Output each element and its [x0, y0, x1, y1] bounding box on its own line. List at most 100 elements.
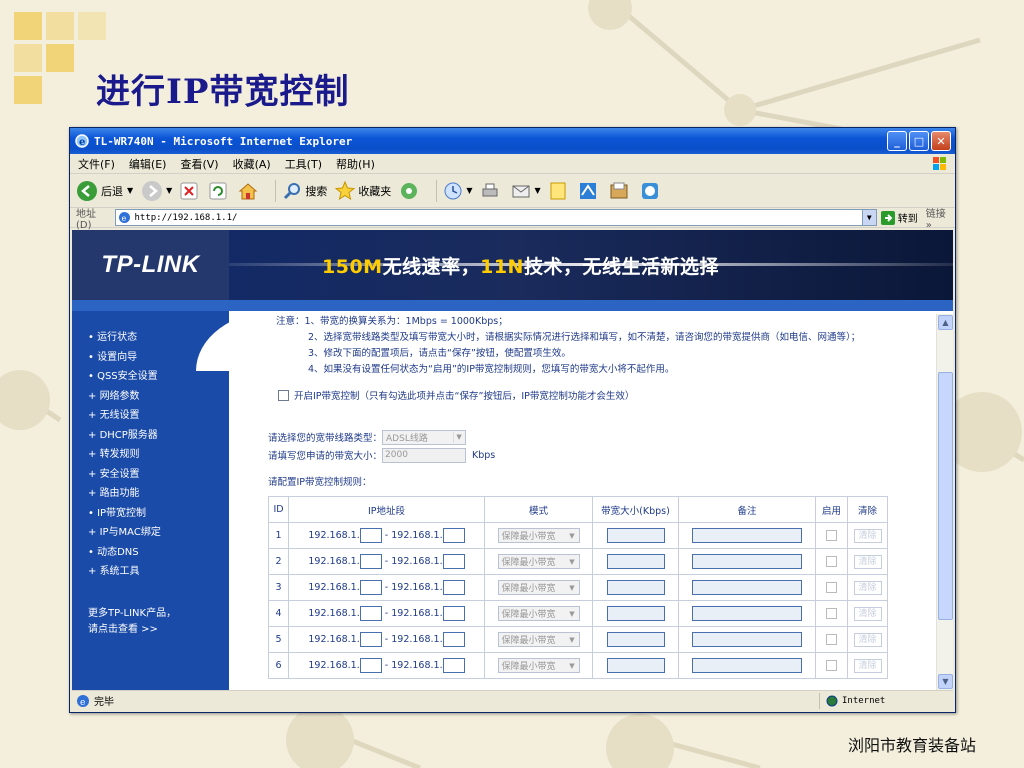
sidebar-item-ip-mac[interactable]: + IP与MAC绑定	[88, 523, 176, 543]
mail-dropdown-icon[interactable]: ▼	[534, 186, 540, 195]
clear-button[interactable]: 清除	[853, 528, 882, 543]
sidebar-item-network[interactable]: + 网络参数	[88, 387, 176, 407]
research-button[interactable]	[609, 181, 632, 201]
ip-start-input[interactable]	[359, 606, 382, 621]
mode-select[interactable]: 保障最小带宽 ▼	[497, 658, 580, 673]
chevron-down-icon: ▼	[569, 583, 575, 592]
bandwidth-input[interactable]: 2000	[382, 447, 467, 463]
ip-start-input[interactable]	[359, 580, 382, 595]
clear-button[interactable]: 清除	[853, 606, 882, 621]
address-dropdown-icon[interactable]: ▼	[861, 210, 876, 225]
ip-end-input[interactable]	[442, 528, 465, 543]
address-input[interactable]: e http://192.168.1.1/ ▼	[115, 209, 877, 226]
more-products-link[interactable]: 更多TP-LINK产品， 请点击查看 >>	[88, 606, 176, 638]
forward-dropdown-icon[interactable]: ▼	[166, 186, 172, 195]
ip-start-input[interactable]	[359, 528, 382, 543]
ip-end-input[interactable]	[442, 580, 465, 595]
rule-enable-checkbox[interactable]	[826, 608, 837, 619]
sidebar-item-dhcp[interactable]: + DHCP服务器	[88, 426, 176, 446]
enable-bandwidth-checkbox[interactable]	[278, 389, 289, 401]
notes-button[interactable]	[549, 181, 570, 201]
note-input[interactable]	[692, 632, 802, 647]
sidebar-item-status[interactable]: • 运行状态	[88, 328, 176, 348]
line-type-select[interactable]: ADSL线路 ▼	[382, 429, 467, 445]
minimize-button[interactable]: _	[887, 131, 907, 151]
ip-end-input[interactable]	[442, 658, 465, 673]
menu-view[interactable]: 查看(V)	[180, 156, 218, 172]
mode-cell: 保障最小带宽 ▼	[484, 548, 593, 575]
print-button[interactable]	[480, 181, 503, 201]
title-bar[interactable]: e TL-WR740N - Microsoft Internet Explore…	[70, 128, 955, 154]
history-dropdown-icon[interactable]: ▼	[466, 186, 472, 195]
sidebar-item-bandwidth[interactable]: • IP带宽控制	[88, 504, 176, 524]
mode-select[interactable]: 保障最小带宽 ▼	[497, 554, 580, 569]
media-button[interactable]	[399, 181, 422, 201]
ip-range-cell: 192.168.1. - 192.168.1.	[288, 600, 485, 627]
clear-button[interactable]: 清除	[853, 632, 882, 647]
sidebar-item-wizard[interactable]: • 设置向导	[88, 348, 176, 368]
sidebar-item-wireless[interactable]: + 无线设置	[88, 406, 176, 426]
maximize-button[interactable]: □	[909, 131, 929, 151]
sidebar-item-ddns[interactable]: • 动态DNS	[88, 543, 176, 563]
ip-end-input[interactable]	[442, 606, 465, 621]
refresh-icon	[209, 182, 227, 199]
sidebar-item-security[interactable]: + 安全设置	[88, 465, 176, 485]
messenger-button[interactable]	[578, 181, 601, 201]
clear-button[interactable]: 清除	[853, 554, 882, 569]
menu-help[interactable]: 帮助(H)	[336, 156, 375, 172]
edit-button[interactable]	[640, 181, 663, 201]
go-button[interactable]: 转到	[880, 210, 918, 225]
menu-edit[interactable]: 编辑(E)	[129, 156, 167, 172]
note-input[interactable]	[692, 606, 802, 621]
bandwidth-size-input[interactable]	[606, 632, 665, 647]
ip-end-input[interactable]	[442, 632, 465, 647]
clear-button[interactable]: 清除	[853, 658, 882, 673]
mode-select[interactable]: 保障最小带宽 ▼	[497, 580, 580, 595]
bandwidth-size-input[interactable]	[606, 606, 665, 621]
stop-button[interactable]	[180, 182, 201, 200]
scroll-thumb[interactable]	[938, 372, 953, 620]
mode-select[interactable]: 保障最小带宽 ▼	[497, 528, 580, 543]
forward-button[interactable]: ▼	[141, 180, 172, 202]
ip-end-input[interactable]	[442, 554, 465, 569]
menu-tools[interactable]: 工具(T)	[285, 156, 322, 172]
back-button[interactable]: 后退 ▼	[76, 180, 133, 202]
bandwidth-size-input[interactable]	[606, 658, 665, 673]
scroll-up-icon[interactable]: ▲	[938, 315, 953, 330]
sidebar-item-qss[interactable]: • QSS安全设置	[88, 367, 176, 387]
close-button[interactable]: ✕	[931, 131, 951, 151]
clear-button[interactable]: 清除	[853, 580, 882, 595]
rule-enable-checkbox[interactable]	[826, 556, 837, 567]
vertical-scrollbar[interactable]: ▲ ▼	[936, 314, 953, 690]
ip-start-input[interactable]	[359, 658, 382, 673]
note-input[interactable]	[692, 528, 802, 543]
note-input[interactable]	[692, 554, 802, 569]
note-input[interactable]	[692, 580, 802, 595]
mode-select[interactable]: 保障最小带宽 ▼	[497, 606, 580, 621]
rule-enable-checkbox[interactable]	[826, 582, 837, 593]
history-button[interactable]: ▼	[443, 181, 472, 201]
back-dropdown-icon[interactable]: ▼	[127, 186, 133, 195]
search-button[interactable]: 搜索	[282, 181, 327, 201]
home-button[interactable]	[238, 182, 261, 200]
ip-start-input[interactable]	[359, 554, 382, 569]
menu-favorites[interactable]: 收藏(A)	[233, 156, 271, 172]
sidebar-item-system[interactable]: + 系统工具	[88, 562, 176, 582]
bandwidth-size-input[interactable]	[606, 554, 665, 569]
bandwidth-size-input[interactable]	[606, 528, 665, 543]
note-input[interactable]	[692, 658, 802, 673]
menu-file[interactable]: 文件(F)	[78, 156, 115, 172]
scroll-down-icon[interactable]: ▼	[938, 674, 953, 689]
refresh-button[interactable]	[209, 182, 230, 200]
ip-start-input[interactable]	[359, 632, 382, 647]
mail-button[interactable]: ▼	[511, 181, 541, 201]
rule-enable-checkbox[interactable]	[826, 530, 837, 541]
sidebar-item-routing[interactable]: + 路由功能	[88, 484, 176, 504]
mode-select[interactable]: 保障最小带宽 ▼	[497, 632, 580, 647]
favorites-button[interactable]: 收藏夹	[335, 180, 391, 201]
rule-enable-checkbox[interactable]	[826, 660, 837, 671]
rule-enable-checkbox[interactable]	[826, 634, 837, 645]
links-button[interactable]: 链接 »	[926, 205, 955, 231]
sidebar-item-forwarding[interactable]: + 转发规则	[88, 445, 176, 465]
bandwidth-size-input[interactable]	[606, 580, 665, 595]
